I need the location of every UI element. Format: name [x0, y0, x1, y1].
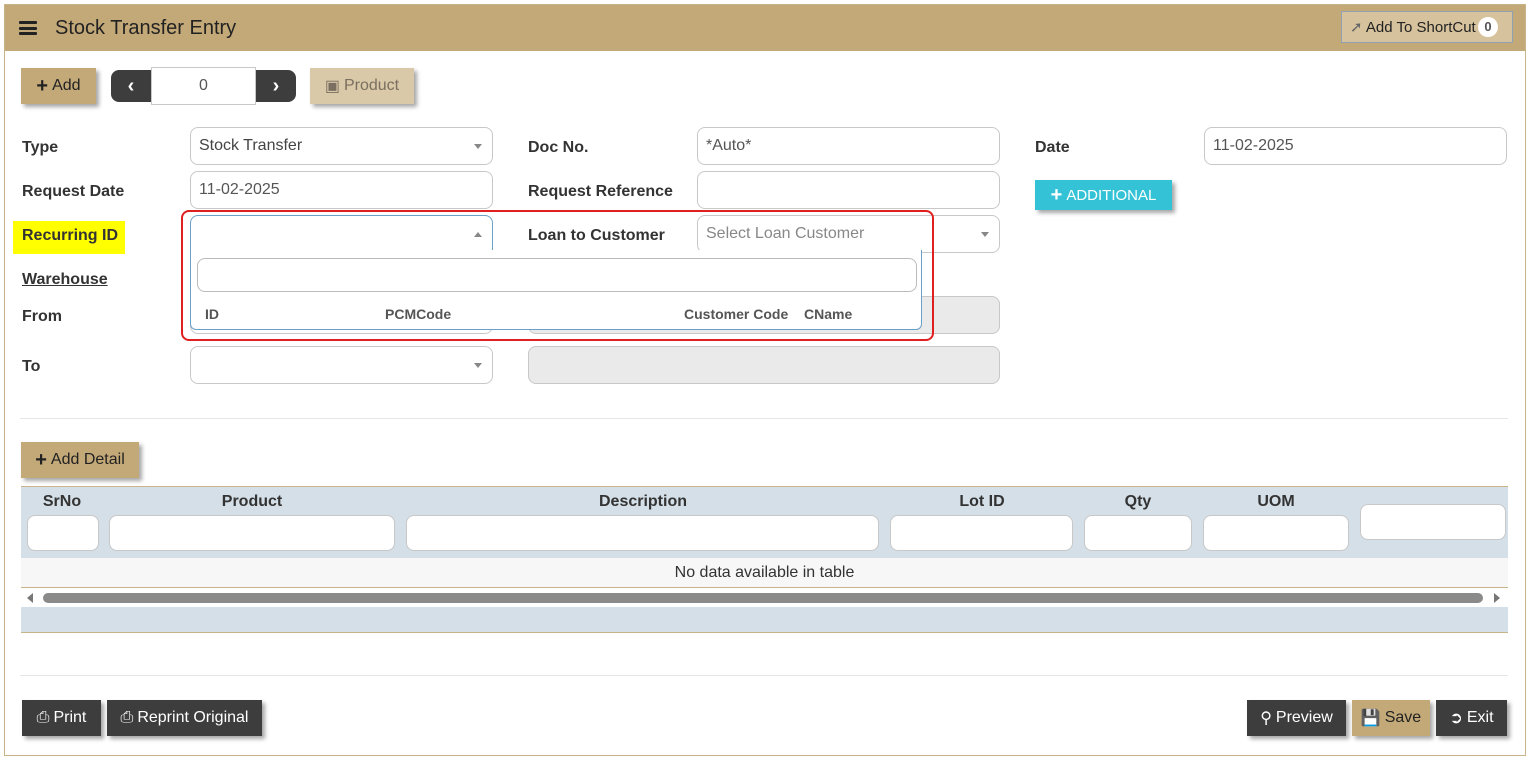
type-select[interactable]: Stock Transfer — [190, 127, 493, 165]
plus-icon — [35, 449, 47, 472]
dropdown-col-cname[interactable]: CName — [804, 306, 852, 322]
recurring-id-dropdown: ID PCMCode Customer Code CName — [190, 250, 922, 330]
page-title: Stock Transfer Entry — [55, 17, 237, 39]
filter-description[interactable] — [406, 515, 879, 551]
col-srno[interactable]: SrNo — [21, 493, 103, 511]
next-record-button[interactable]: › — [256, 70, 296, 102]
additional-button[interactable]: ADDITIONAL — [1035, 180, 1172, 210]
col-lot-id[interactable]: Lot ID — [885, 493, 1079, 511]
record-number-value: 0 — [199, 77, 208, 94]
preview-button[interactable]: ⚲ Preview — [1247, 700, 1346, 736]
additional-label: ADDITIONAL — [1066, 186, 1157, 204]
to-warehouse-name — [528, 346, 1000, 384]
date-input[interactable]: 11-02-2025 — [1204, 127, 1507, 165]
add-detail-button[interactable]: Add Detail — [21, 442, 139, 478]
save-label: Save — [1384, 709, 1422, 726]
empty-table-message: No data available in table — [21, 558, 1508, 588]
add-detail-label: Add Detail — [50, 451, 125, 468]
date-value: 11-02-2025 — [1213, 137, 1294, 154]
docno-input[interactable]: *Auto* — [697, 127, 1000, 165]
docno-label: Doc No. — [528, 139, 589, 156]
reprint-label: Reprint Original — [137, 709, 249, 726]
search-icon: ⚲ — [1260, 710, 1272, 727]
to-label: To — [22, 358, 41, 375]
dropdown-col-customer-code[interactable]: Customer Code — [684, 306, 788, 322]
filter-product[interactable] — [109, 515, 395, 551]
dropdown-col-pcmcode[interactable]: PCMCode — [385, 306, 451, 322]
loan-to-customer-label: Loan to Customer — [528, 227, 665, 244]
col-uom[interactable]: UOM — [1197, 493, 1355, 511]
product-button[interactable]: ▣ Product — [310, 68, 414, 104]
col-description[interactable]: Description — [401, 493, 885, 511]
chevron-left-icon: ‹ — [127, 74, 135, 97]
filter-extra[interactable] — [1360, 504, 1506, 540]
recurring-id-label: Recurring ID — [22, 227, 119, 244]
request-date-input[interactable]: 11-02-2025 — [190, 171, 493, 209]
printer-icon: ⎙ — [120, 709, 134, 726]
caret-down-icon — [981, 232, 989, 237]
col-product[interactable]: Product — [103, 493, 401, 511]
preview-label: Preview — [1275, 709, 1333, 726]
menu-icon[interactable] — [19, 21, 37, 35]
footer-divider — [20, 675, 1508, 676]
previous-record-button[interactable]: ‹ — [111, 70, 151, 102]
chevron-right-icon: › — [272, 74, 280, 97]
reprint-original-button[interactable]: ⎙ Reprint Original — [107, 700, 262, 736]
to-warehouse-select[interactable] — [190, 346, 493, 384]
from-label: From — [22, 308, 62, 325]
exit-label: Exit — [1466, 709, 1494, 726]
docno-value: *Auto* — [706, 137, 752, 154]
dropdown-search-input[interactable] — [197, 258, 917, 292]
section-divider — [20, 418, 1508, 419]
caret-up-icon — [474, 232, 482, 237]
dropdown-col-id[interactable]: ID — [205, 306, 219, 322]
title-bar: Stock Transfer Entry ➚ Add To ShortCut 0 — [5, 5, 1525, 51]
table-footer — [21, 607, 1508, 633]
caret-down-icon — [474, 144, 482, 149]
type-value: Stock Transfer — [199, 137, 303, 154]
request-reference-input[interactable] — [697, 171, 1000, 209]
printer-icon: ⎙ — [36, 709, 50, 726]
print-label: Print — [53, 709, 87, 726]
caret-down-icon — [474, 363, 482, 368]
warehouse-label: Warehouse — [22, 271, 108, 288]
shortcut-label: Add To ShortCut — [1365, 19, 1476, 36]
print-button[interactable]: ⎙ Print — [22, 700, 101, 736]
scroll-thumb[interactable] — [43, 593, 1483, 603]
col-qty[interactable]: Qty — [1079, 493, 1197, 511]
floppy-icon: 💾 — [1360, 710, 1381, 727]
horizontal-scrollbar[interactable] — [21, 589, 1508, 607]
request-reference-label: Request Reference — [528, 183, 673, 200]
rocket-icon: ➚ — [1350, 19, 1363, 36]
exit-button[interactable]: ➲ Exit — [1436, 700, 1507, 736]
filter-qty[interactable] — [1084, 515, 1192, 551]
shortcut-count-badge: 0 — [1478, 17, 1498, 37]
plus-icon — [1051, 184, 1063, 207]
loan-customer-placeholder: Select Loan Customer — [706, 225, 865, 242]
save-button[interactable]: 💾 Save — [1352, 700, 1430, 736]
add-label: Add — [52, 77, 81, 94]
detail-table-header: SrNo Product Description Lot ID Qty UOM — [21, 486, 1508, 558]
filter-uom[interactable] — [1203, 515, 1349, 551]
gift-icon: ▣ — [324, 78, 340, 95]
recurring-id-select[interactable] — [190, 215, 493, 253]
filter-lot-id[interactable] — [890, 515, 1073, 551]
product-label: Product — [343, 77, 400, 94]
scroll-left-icon[interactable] — [27, 593, 33, 603]
request-date-label: Request Date — [22, 183, 125, 200]
add-button[interactable]: Add — [21, 68, 96, 104]
sign-out-icon: ➲ — [1449, 710, 1463, 727]
date-label: Date — [1035, 139, 1070, 156]
filter-srno[interactable] — [27, 515, 99, 551]
add-to-shortcut-button[interactable]: ➚ Add To ShortCut 0 — [1341, 11, 1513, 43]
request-date-value: 11-02-2025 — [199, 181, 280, 198]
scroll-right-icon[interactable] — [1494, 593, 1500, 603]
record-number-input[interactable]: 0 — [151, 67, 256, 105]
type-label: Type — [22, 139, 59, 156]
loan-customer-select[interactable]: Select Loan Customer — [697, 215, 1000, 253]
plus-icon — [36, 75, 48, 98]
